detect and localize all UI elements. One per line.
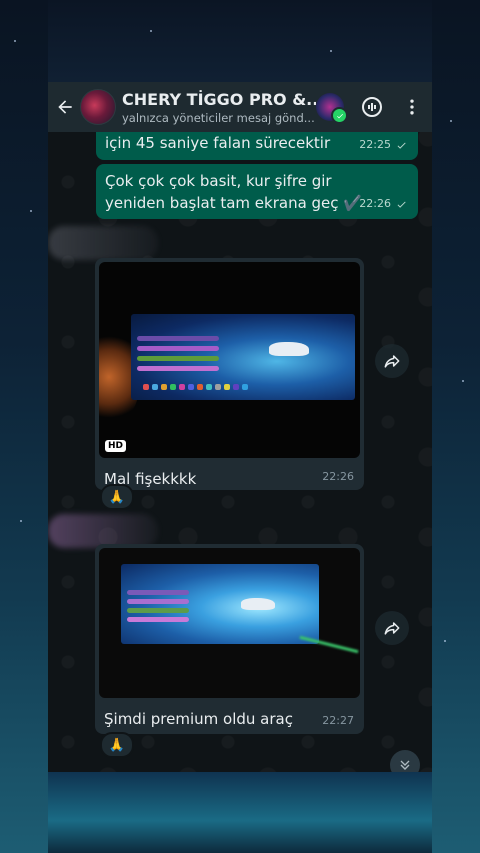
group-info[interactable]: CHERY TİGGO PRO &... yalnızca yöneticile…: [122, 90, 316, 125]
message-time: 22:27: [322, 714, 354, 727]
star: [14, 40, 16, 42]
message-time: 22:26: [359, 197, 391, 210]
double-chevron-down-icon: [400, 760, 410, 770]
scroll-to-bottom-button[interactable]: [390, 750, 420, 772]
hd-badge: HD: [105, 440, 127, 452]
media-message[interactable]: Şimdi premium oldu araç 22:27: [95, 544, 364, 734]
message-time: 22:25: [359, 138, 391, 151]
star: [444, 640, 446, 642]
wallpaper-bottom: [48, 772, 432, 853]
star: [150, 30, 152, 32]
chat-screen: CHERY TİGGO PRO &... yalnızca yöneticile…: [48, 82, 432, 772]
car-display-image: [121, 564, 319, 644]
car-display-image: [131, 314, 355, 400]
sent-check-icon: [397, 142, 406, 149]
photo-thumbnail[interactable]: HD: [99, 262, 360, 458]
check-icon: [336, 113, 343, 118]
more-vertical-icon: [410, 99, 414, 115]
star: [462, 380, 464, 382]
wallpaper-top: [48, 0, 432, 82]
reaction-badge[interactable]: 🙏: [100, 732, 134, 758]
verified-badge: [331, 107, 348, 124]
forward-icon: [384, 622, 400, 635]
message-time: 22:26: [322, 470, 354, 483]
wallpaper-right: [432, 0, 480, 853]
group-title: CHERY TİGGO PRO &...: [122, 89, 316, 109]
message-bubble[interactable]: Çok çok çok basit, kur şifre gir yeniden…: [96, 164, 418, 219]
media-message[interactable]: HD Mal fişekkkk 22:26: [95, 258, 364, 490]
message-text: Çok çok çok basit, kur şifre gir yeniden…: [105, 172, 362, 212]
star: [450, 120, 452, 122]
channel-avatar[interactable]: [316, 93, 348, 124]
arrow-left-icon: [58, 100, 72, 114]
forward-button[interactable]: [375, 344, 409, 378]
voice-chat-icon: [362, 97, 382, 117]
sender-avatar-blurred: [48, 226, 158, 260]
more-options-button[interactable]: [392, 82, 432, 132]
group-avatar[interactable]: [80, 89, 116, 125]
sent-check-icon: [397, 201, 406, 208]
photo-thumbnail[interactable]: [99, 548, 360, 698]
ambient-light: [299, 635, 359, 654]
sender-avatar-blurred: [48, 514, 158, 548]
group-subtitle: yalnızca yöneticiler mesaj gönd...: [122, 110, 315, 125]
message-meta: 22:25: [359, 134, 408, 156]
forward-button[interactable]: [375, 611, 409, 645]
reaction-badge[interactable]: 🙏: [100, 484, 134, 510]
chat-header: CHERY TİGGO PRO &... yalnızca yöneticile…: [48, 82, 432, 132]
back-button[interactable]: [50, 82, 80, 132]
star: [20, 520, 22, 522]
voice-chat-button[interactable]: [352, 82, 392, 132]
star: [330, 50, 332, 52]
forward-icon: [384, 355, 400, 368]
message-meta: 22:26: [359, 193, 408, 215]
star: [30, 210, 32, 212]
wallpaper-left: [0, 0, 48, 853]
